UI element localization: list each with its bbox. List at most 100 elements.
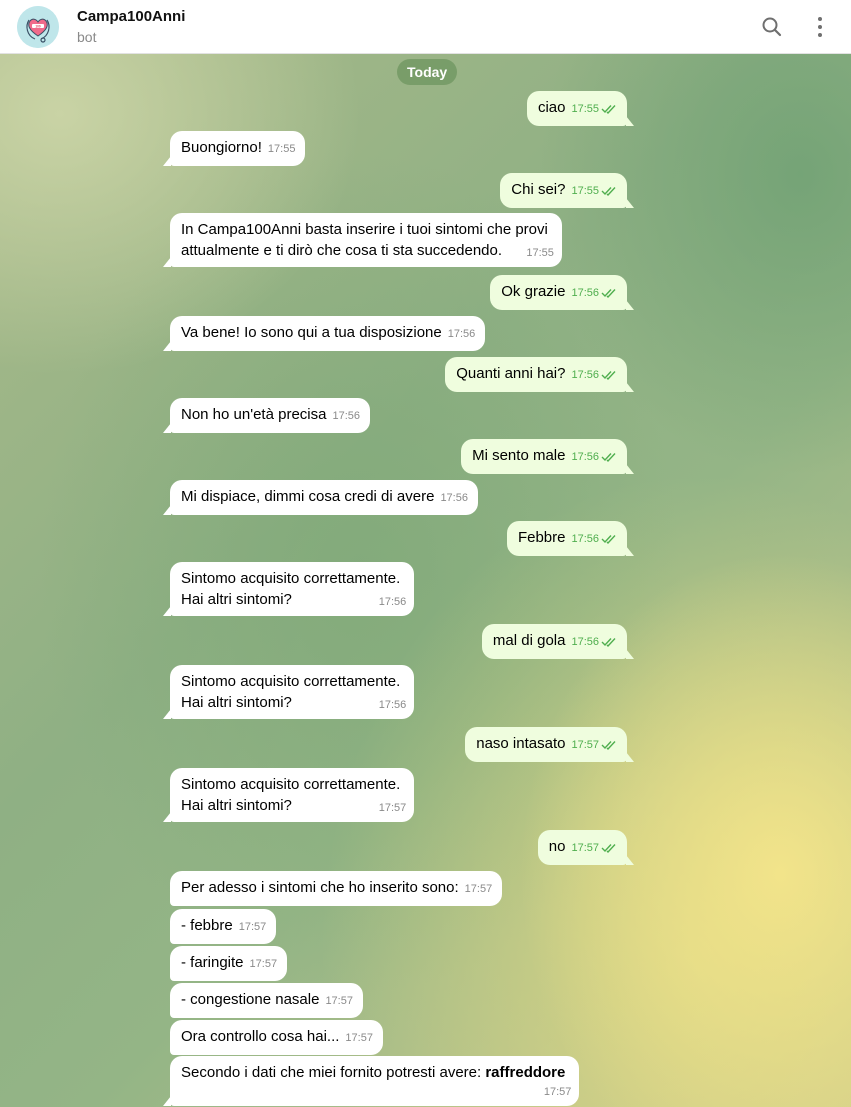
message-time: 17:57: [325, 995, 353, 1007]
incoming-message[interactable]: Non ho un'età precisa 17:56: [163, 398, 370, 433]
incoming-message[interactable]: Va bene! Io sono qui a tua disposizione 1…: [162, 316, 486, 351]
read-receipt: [599, 447, 617, 464]
message-text: ciao: [537, 99, 566, 116]
message-time: 17:55: [526, 247, 554, 259]
outgoing-message[interactable]: Ok grazie 17:56: [490, 275, 634, 310]
read-receipt: [599, 283, 617, 300]
message-text: - faringite: [181, 954, 244, 971]
read-receipt-icon: [601, 289, 616, 298]
outgoing-message[interactable]: Quanti anni hai? 17:56: [445, 357, 634, 392]
message-time: 17:57: [238, 921, 267, 933]
message-text: naso intasato: [476, 735, 566, 752]
message-text-line: In Campa100Anni basta inserire i tuoi si…: [181, 221, 548, 238]
message-text: mal di gola: [492, 632, 566, 649]
message-text: Per adesso i sintomi che ho inserito son…: [181, 879, 459, 896]
incoming-message[interactable]: Secondo i dati che miei fornito potresti…: [162, 1056, 580, 1106]
message-time: 17:56: [571, 287, 599, 299]
incoming-message[interactable]: Buongiorno! 17:55: [162, 131, 306, 166]
incoming-message[interactable]: - febbre 17:57: [170, 909, 277, 944]
incoming-message[interactable]: Ora controllo cosa hai... 17:57: [170, 1020, 383, 1055]
message-time: 17:55: [267, 143, 296, 155]
message-time: 17:57: [464, 883, 493, 895]
message-time: 17:55: [571, 103, 599, 115]
read-receipt-icon: [601, 187, 616, 196]
message-time: 17:57: [543, 1086, 572, 1098]
outgoing-message[interactable]: Mi sento male 17:56: [461, 439, 634, 474]
message-time: 17:56: [378, 699, 407, 711]
message-time: 17:56: [447, 328, 476, 340]
message-text: Chi sei?: [511, 181, 566, 198]
date-separator: Today: [397, 59, 457, 85]
heart-stethoscope-logo: 100: [17, 6, 59, 48]
message-text: Mi dispiace, dimmi cosa credi di avere: [181, 488, 435, 505]
outgoing-message[interactable]: naso intasato 17:57: [465, 727, 634, 762]
read-receipt: [599, 99, 617, 116]
message-text: Quanti anni hai?: [456, 365, 566, 382]
incoming-message[interactable]: In Campa100Anni basta inserire i tuoi si…: [163, 213, 562, 267]
read-receipt-icon: [601, 453, 616, 462]
message-time: 17:55: [571, 185, 599, 197]
message-text-line: attualmente e ti dirò che cosa ti sta su…: [181, 242, 503, 259]
read-receipt: [599, 181, 617, 198]
more-options-button[interactable]: [806, 13, 834, 41]
read-receipt: [599, 365, 617, 382]
message-text: Mi sento male: [472, 447, 566, 464]
read-receipt: [599, 529, 617, 546]
message-time: 17:56: [332, 410, 360, 422]
more-vert-icon: [818, 17, 822, 37]
incoming-message[interactable]: Sintomo acquisito correttamente. Hai altr…: [162, 562, 415, 616]
bot-avatar[interactable]: 100: [17, 6, 59, 48]
message-time: 17:56: [571, 451, 599, 463]
chat-subtitle: bot: [77, 29, 97, 45]
incoming-message[interactable]: Sintomo acquisito correttamente. Hai altr…: [162, 665, 415, 719]
outgoing-message[interactable]: ciao 17:55: [526, 91, 635, 126]
read-receipt-icon: [601, 371, 616, 380]
message-text: Febbre: [517, 529, 566, 546]
message-time: 17:57: [571, 842, 599, 854]
incoming-message[interactable]: Mi dispiace, dimmi cosa credi di avere 17…: [163, 480, 478, 515]
outgoing-message[interactable]: Chi sei? 17:55: [500, 173, 634, 208]
read-receipt-icon: [601, 844, 616, 853]
message-time: 17:56: [571, 533, 599, 545]
read-receipt-icon: [601, 638, 616, 647]
message-time: 17:56: [571, 636, 599, 648]
read-receipt: [599, 838, 617, 855]
message-text-line: Sintomo acquisito correttamente.: [181, 570, 401, 587]
message-text-line: Sintomo acquisito correttamente.: [181, 673, 401, 690]
search-icon: [762, 17, 782, 37]
read-receipt-icon: [601, 535, 616, 544]
message-time: 17:57: [378, 802, 407, 814]
read-receipt-icon: [601, 741, 616, 750]
message-text-line: Hai altri sintomi?: [181, 694, 292, 711]
message-text: Buongiorno!: [181, 139, 262, 156]
message-text-line: Hai altri sintomi?: [181, 797, 292, 814]
message-text: Non ho un'età precisa: [181, 406, 327, 423]
outgoing-message[interactable]: mal di gola 17:56: [481, 624, 635, 659]
search-button[interactable]: [758, 13, 786, 41]
incoming-message[interactable]: Sintomo acquisito correttamente. Hai altr…: [162, 768, 415, 822]
chat-title[interactable]: Campa100Anni: [77, 8, 185, 25]
message-time: 17:56: [571, 369, 599, 381]
message-text-line: Hai altri sintomi?: [181, 591, 292, 608]
message-time: 17:57: [345, 1032, 373, 1044]
message-list[interactable]: Today ciao 17:55 Buongiorno! 17:55 Chi sei? 1…: [0, 54, 851, 1107]
svg-text:100: 100: [35, 24, 41, 28]
message-time: 17:56: [378, 596, 407, 608]
diagnosis-result: raffreddore: [485, 1064, 566, 1081]
message-time: 17:57: [571, 739, 599, 751]
read-receipt-icon: [601, 105, 616, 114]
incoming-message[interactable]: - faringite 17:57: [170, 946, 288, 981]
chat-header: 100 Campa100Anni bot: [0, 0, 851, 54]
message-text: - febbre: [181, 917, 233, 934]
incoming-message[interactable]: - congestione nasale 17:57: [170, 983, 363, 1018]
read-receipt: [599, 632, 617, 649]
message-text-line: Sintomo acquisito correttamente.: [181, 776, 401, 793]
incoming-message[interactable]: Per adesso i sintomi che ho inserito son…: [170, 871, 503, 906]
outgoing-message[interactable]: no 17:57: [537, 830, 635, 865]
message-text: Ok grazie: [501, 283, 566, 300]
message-time: 17:57: [249, 958, 278, 970]
outgoing-message[interactable]: Febbre 17:56: [506, 521, 635, 556]
message-text: Secondo i dati che miei fornito potresti…: [181, 1064, 482, 1081]
message-text: - congestione nasale: [181, 991, 320, 1008]
message-text: no: [548, 838, 566, 855]
